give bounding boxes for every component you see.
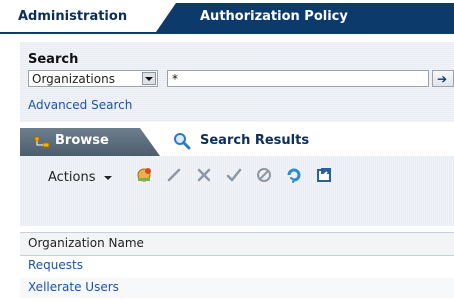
disable-icon[interactable] [255,166,273,184]
refresh-icon[interactable] [285,166,303,184]
tab-underline [0,32,454,34]
search-scope-select[interactable]: Organizations [28,70,158,87]
search-title: Search [28,52,79,67]
table-row[interactable]: Requests [20,256,454,276]
actions-menu[interactable]: Actions [48,170,96,185]
results-toolbar: Actions [20,156,454,226]
tab-search-results[interactable]: Search Results [160,128,454,156]
advanced-search-link[interactable]: Advanced Search [28,98,132,112]
subtabs: Browse Search Results [20,128,454,156]
detach-icon[interactable] [315,166,333,184]
tab-search-results-label: Search Results [200,133,310,148]
chevron-down-icon[interactable] [142,72,156,85]
arrow-right-icon: ➔ [437,72,448,86]
search-go-button[interactable]: ➔ [432,70,454,87]
column-organization-name[interactable]: Organization Name [28,236,144,250]
tab-administration[interactable]: Administration [18,9,127,29]
hierarchy-icon [34,136,50,148]
search-scope-value: Organizations [32,72,115,86]
enable-icon[interactable] [225,166,243,184]
search-input[interactable] [167,70,429,87]
delete-icon[interactable] [195,166,213,184]
tab-authorization-policy-label: Authorization Policy [200,9,348,24]
tab-browse[interactable]: Browse [20,128,160,156]
table-header: Organization Name [20,232,454,256]
tab-browse-label: Browse [55,133,109,148]
edit-icon[interactable] [165,166,183,184]
organization-link[interactable]: Xellerate Users [28,280,119,294]
table-row[interactable]: Xellerate Users [20,278,454,298]
tab-authorization-policy[interactable]: Authorization Policy [156,3,454,32]
top-tabbar: Administration Authorization Policy [0,0,454,34]
organization-link[interactable]: Requests [28,258,83,272]
search-panel: Search Organizations ➔ Advanced Search [20,42,454,122]
chevron-down-icon[interactable] [104,176,112,180]
create-organization-icon[interactable] [135,166,153,184]
search-icon [174,133,191,150]
